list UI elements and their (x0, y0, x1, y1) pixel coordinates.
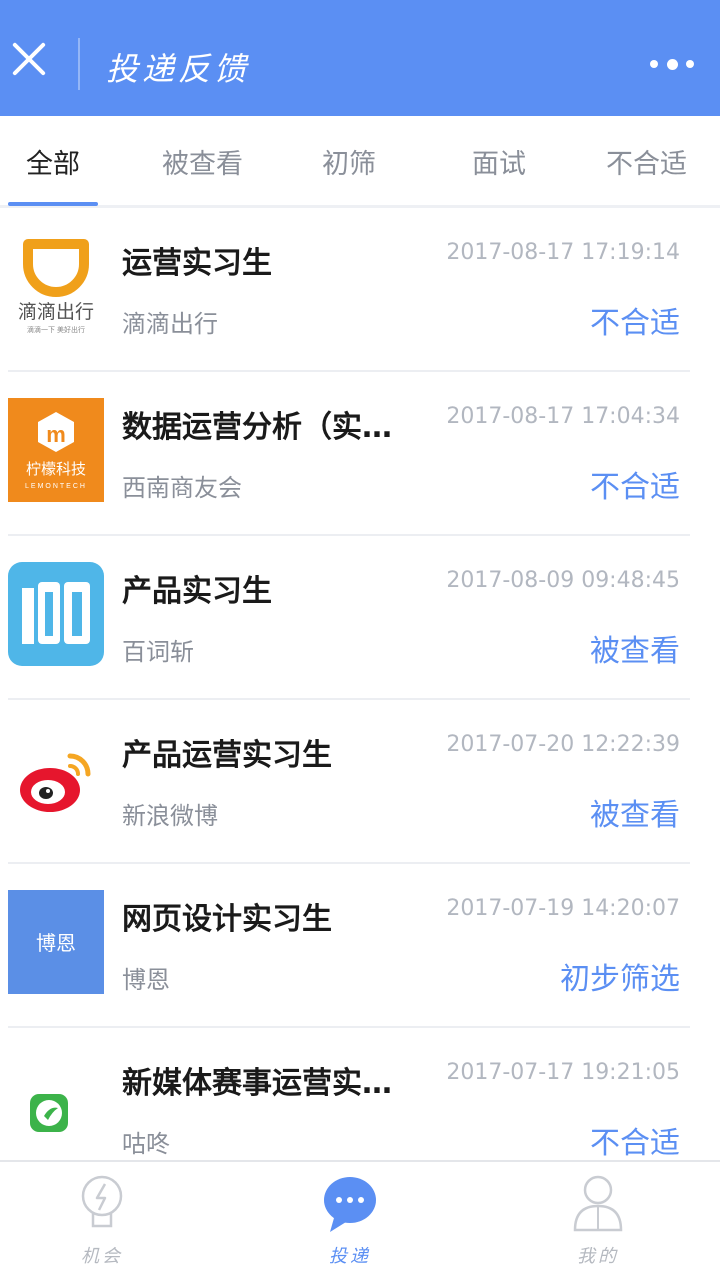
lemontech-logo: m 柠檬科技 LEMONTECH (8, 398, 104, 502)
company-name: 滴滴出行 (122, 310, 218, 338)
status-badge: 不合适 (590, 306, 680, 341)
status-badge: 被查看 (590, 634, 680, 669)
weibo-logo (8, 730, 104, 834)
svg-text:LEMONTECH: LEMONTECH (25, 483, 87, 490)
status-badge: 被查看 (590, 798, 680, 833)
tab-viewed[interactable]: 被查看 (162, 142, 243, 181)
active-tab-indicator (8, 202, 98, 206)
tab-all[interactable]: 全部 (26, 142, 80, 181)
page-title: 投递反馈 (106, 50, 251, 88)
boen-logo: 博恩 (8, 890, 104, 994)
svg-text:滴滴一下 美好出行: 滴滴一下 美好出行 (27, 325, 85, 334)
apply-time: 2017-07-17 19:21:05 (446, 1060, 680, 1085)
svg-text:m: m (46, 422, 66, 447)
svg-text:滴滴出行: 滴滴出行 (18, 301, 94, 323)
status-badge: 不合适 (590, 470, 680, 505)
top-bar: 投递反馈 (0, 0, 720, 116)
list-item[interactable]: m 柠檬科技 LEMONTECH 数据运营分析（实… 西南商友会 2017-08… (0, 372, 720, 536)
svg-text:博恩: 博恩 (36, 932, 76, 955)
tab-unsuitable[interactable]: 不合适 (606, 142, 687, 181)
chat-bubble-icon (322, 1174, 378, 1238)
nav-applications[interactable]: 投递 (270, 1162, 430, 1280)
more-dots-icon[interactable] (650, 54, 694, 74)
list-item[interactable]: 滴滴出行 滴滴一下 美好出行 运营实习生 滴滴出行 2017-08-17 17:… (0, 208, 720, 372)
list-item[interactable]: 产品运营实习生 新浪微博 2017-07-20 12:22:39 被查看 (0, 700, 720, 864)
company-name: 新浪微博 (122, 802, 218, 830)
job-title: 产品运营实习生 (122, 738, 332, 773)
apply-time: 2017-08-17 17:19:14 (446, 240, 680, 265)
nav-label: 我的 (577, 1246, 619, 1267)
job-title: 新媒体赛事运营实… (122, 1066, 392, 1101)
status-badge: 初步筛选 (560, 962, 680, 997)
nav-label: 投递 (329, 1246, 371, 1267)
person-icon (571, 1174, 625, 1238)
tab-interview[interactable]: 面试 (472, 142, 526, 181)
header-divider (78, 38, 80, 90)
apply-time: 2017-07-19 14:20:07 (446, 896, 680, 921)
apply-time: 2017-08-17 17:04:34 (446, 404, 680, 429)
list-item[interactable]: 产品实习生 百词斩 2017-08-09 09:48:45 被查看 (0, 536, 720, 700)
company-name: 西南商友会 (122, 474, 242, 502)
didi-logo: 滴滴出行 滴滴一下 美好出行 (8, 234, 104, 338)
tab-screening[interactable]: 初筛 (322, 142, 376, 181)
job-title: 运营实习生 (122, 246, 272, 281)
lightbulb-icon (77, 1174, 127, 1238)
nav-profile[interactable]: 我的 (518, 1162, 678, 1280)
close-icon[interactable] (10, 40, 48, 78)
list-item[interactable]: 博恩 网页设计实习生 博恩 2017-07-19 14:20:07 初步筛选 (0, 864, 720, 1028)
company-name: 咕咚 (122, 1130, 170, 1158)
filter-tabs: 全部 被查看 初筛 面试 不合适 (0, 116, 720, 208)
nav-opportunities[interactable]: 机会 (22, 1162, 182, 1280)
apply-time: 2017-08-09 09:48:45 (446, 568, 680, 593)
baicizhan-logo (8, 562, 104, 666)
codoon-logo (8, 1054, 104, 1158)
nav-label: 机会 (81, 1246, 123, 1267)
company-name: 博恩 (122, 966, 170, 994)
svg-text:柠檬科技: 柠檬科技 (26, 461, 86, 478)
apply-time: 2017-07-20 12:22:39 (446, 732, 680, 757)
job-title: 数据运营分析（实… (122, 410, 392, 445)
bottom-nav: 机会 投递 我的 (0, 1160, 720, 1280)
job-title: 网页设计实习生 (122, 902, 332, 937)
job-title: 产品实习生 (122, 574, 272, 609)
company-name: 百词斩 (122, 638, 194, 666)
status-badge: 不合适 (590, 1126, 680, 1161)
